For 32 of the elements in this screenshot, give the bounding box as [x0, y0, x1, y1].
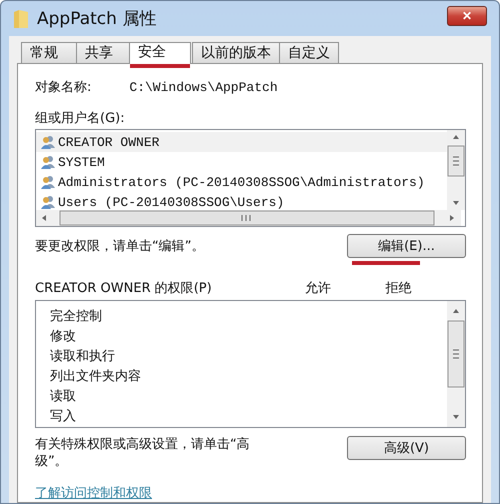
- instruction-text: 要更改权限，请单击“编辑”。: [35, 238, 204, 255]
- instruction-text: 有关特殊权限或高级设置，请单击“高级”。: [35, 436, 251, 470]
- highlight-underline: [130, 64, 190, 68]
- permission-item: 读取和执行: [50, 348, 116, 366]
- close-button[interactable]: ✕: [447, 6, 487, 26]
- list-item[interactable]: SYSTEM: [36, 152, 447, 172]
- tab[interactable]: 以前的版本: [192, 42, 280, 63]
- permission-item: 列出文件夹内容: [50, 368, 142, 386]
- permission-item: 完全控制: [50, 308, 103, 326]
- users-icon: [40, 195, 56, 209]
- users-icon: [40, 135, 56, 149]
- advanced-button[interactable]: 高级(V): [347, 436, 466, 460]
- column-header: 拒绝: [385, 280, 412, 297]
- field-label: 对象名称:: [35, 79, 92, 96]
- permissions-label: CREATOR OWNER 的权限(P): [35, 280, 213, 297]
- list-item[interactable]: Users (PC-20140308SSOG\Users): [36, 192, 447, 210]
- users-icon: [40, 155, 56, 169]
- object-path: C:\Windows\AppPatch: [129, 80, 278, 94]
- tab[interactable]: 共享: [76, 42, 132, 63]
- users-icon: [40, 175, 56, 189]
- permission-item: 写入: [50, 408, 77, 426]
- folder-icon: [13, 8, 29, 28]
- permission-item: 修改: [50, 328, 77, 346]
- list-item[interactable]: CREATOR OWNER: [36, 132, 447, 152]
- list-item[interactable]: Administrators (PC-20140308SSOG\Administrators): [36, 172, 447, 192]
- tab[interactable]: 常规: [21, 42, 77, 63]
- column-header: 允许: [304, 280, 332, 297]
- permission-item: 读取: [50, 388, 77, 406]
- section-label: 组或用户名(G):: [35, 110, 126, 127]
- help-link[interactable]: 了解访问控制和权限: [35, 484, 152, 502]
- window-title: AppPatch 属性: [37, 8, 158, 30]
- tab[interactable]: 自定义: [279, 42, 339, 63]
